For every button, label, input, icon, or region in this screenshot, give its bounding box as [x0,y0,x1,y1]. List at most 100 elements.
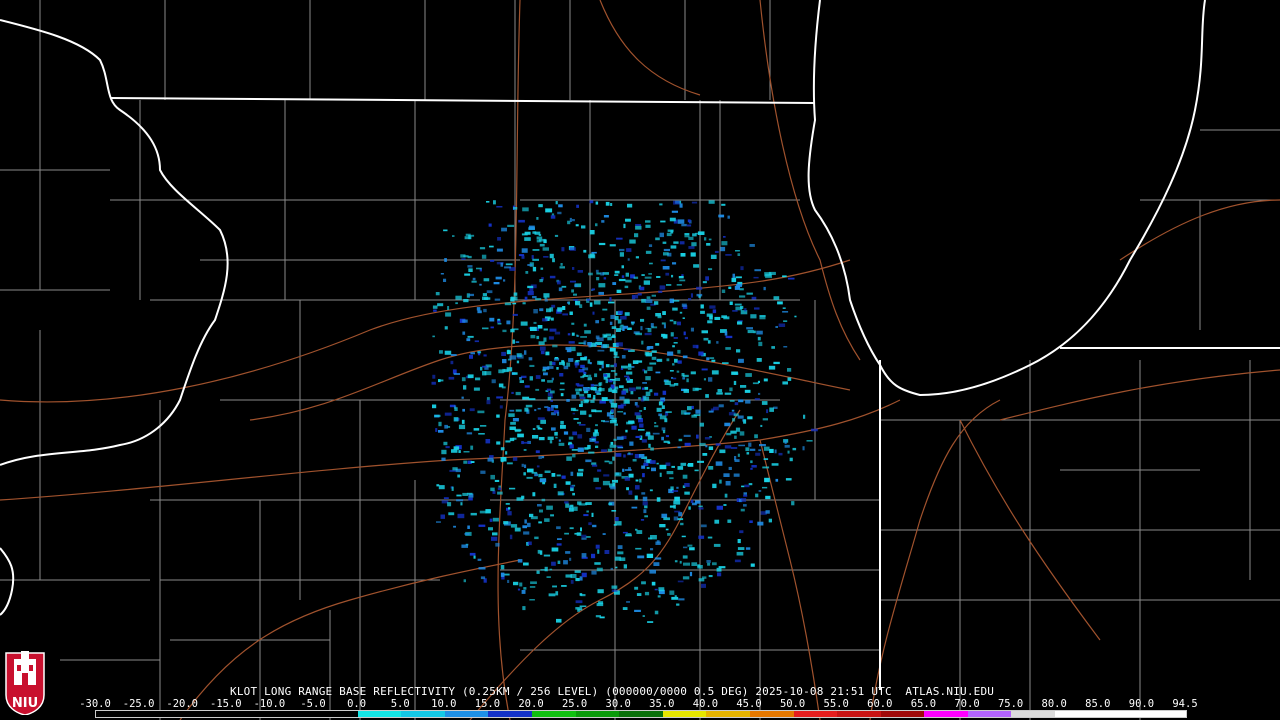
echo-cell [521,233,528,236]
echo-cell [521,590,526,594]
echo-cell [501,459,504,463]
echo-cell [616,445,623,447]
echo-cell [467,525,470,529]
echo-cell [635,485,640,490]
echo-cell [684,491,690,495]
echo-cell [745,373,752,377]
echo-cell [486,399,491,405]
echo-cell [725,347,731,350]
echo-cell [646,553,654,558]
echo-cell [653,562,660,566]
echo-cell [492,532,498,536]
echo-cell [598,283,606,288]
echo-cell [671,465,675,468]
echo-cell [534,473,538,477]
echo-cell [437,303,444,307]
echo-cell [559,373,564,377]
echo-cell [706,560,711,563]
echo-cell [493,200,496,205]
echo-cell [578,424,586,426]
echo-cell [764,272,772,277]
echo-cell [574,284,578,287]
echo-cell [645,220,651,223]
echo-cell [642,473,645,478]
echo-cell [683,434,691,437]
echo-cell [513,292,518,296]
echo-cell [714,519,720,524]
echo-cell [680,253,686,257]
echo-cell [697,565,703,569]
echo-cell [540,267,544,270]
echo-cell [505,440,511,443]
echo-cell [656,358,663,362]
echo-cell [672,377,677,380]
echo-cell [636,415,642,420]
echo-cell [552,258,555,263]
echo-cell [504,266,511,269]
echo-cell [601,318,605,321]
echo-cell [462,408,465,412]
scale-tick-labels: -30.0 -25.0 -20.0 -15.0 -10.0 -5.0 0.0 5.0 10.0 1… [79,698,1197,710]
echo-cell [572,453,576,458]
echo-cell [708,238,712,241]
echo-cell [673,516,679,521]
echo-cell [562,313,568,316]
echo-cell [566,456,572,461]
echo-cell [787,377,792,381]
echo-cell [455,302,458,305]
echo-cell [731,447,738,449]
echo-cell [516,360,520,364]
echo-cell [564,532,569,535]
echo-cell [623,400,630,404]
echo-cell [537,407,541,410]
echo-cell [648,273,652,275]
echo-cell [435,292,440,296]
echo-cell [548,593,556,597]
echo-cell [709,315,713,320]
echo-cell [490,487,495,492]
echo-cell [548,336,554,340]
echo-cell [599,361,603,365]
echo-cell [555,591,559,596]
echo-cell [608,502,612,506]
echo-cell [537,504,542,507]
echo-cell [480,470,486,474]
echo-cell [443,278,447,282]
echo-cell [520,321,528,326]
echo-cell [575,578,580,582]
colorbar-segment [444,711,489,717]
echo-cell [497,487,502,491]
echo-cell [469,552,476,556]
echo-cell [638,429,645,431]
echo-cell [759,315,766,320]
echo-cell [444,326,448,330]
echo-cell [619,385,624,388]
echo-cell [641,387,645,390]
echo-cell [628,452,631,455]
echo-cell [458,450,461,453]
echo-cell [501,227,507,232]
echo-cell [671,274,674,278]
echo-cell [674,358,678,363]
echo-cell [551,473,556,477]
echo-cell [528,398,536,401]
echo-cell [497,322,502,325]
echo-cell [622,531,628,534]
echo-cell [676,486,679,489]
echo-cell [669,477,674,480]
echo-cell [579,605,587,607]
echo-cell [568,436,574,440]
echo-cell [522,606,526,611]
echo-cell [612,483,616,487]
echo-cell [718,566,726,569]
echo-cell [627,258,630,261]
echo-cell [669,590,675,595]
echo-cell [733,380,737,385]
echo-cell [662,390,667,395]
echo-cell [708,446,714,450]
echo-cell [523,441,530,444]
echo-cell [754,269,761,272]
echo-cell [438,485,445,490]
echo-cell [672,299,680,302]
echo-cell [592,311,595,315]
